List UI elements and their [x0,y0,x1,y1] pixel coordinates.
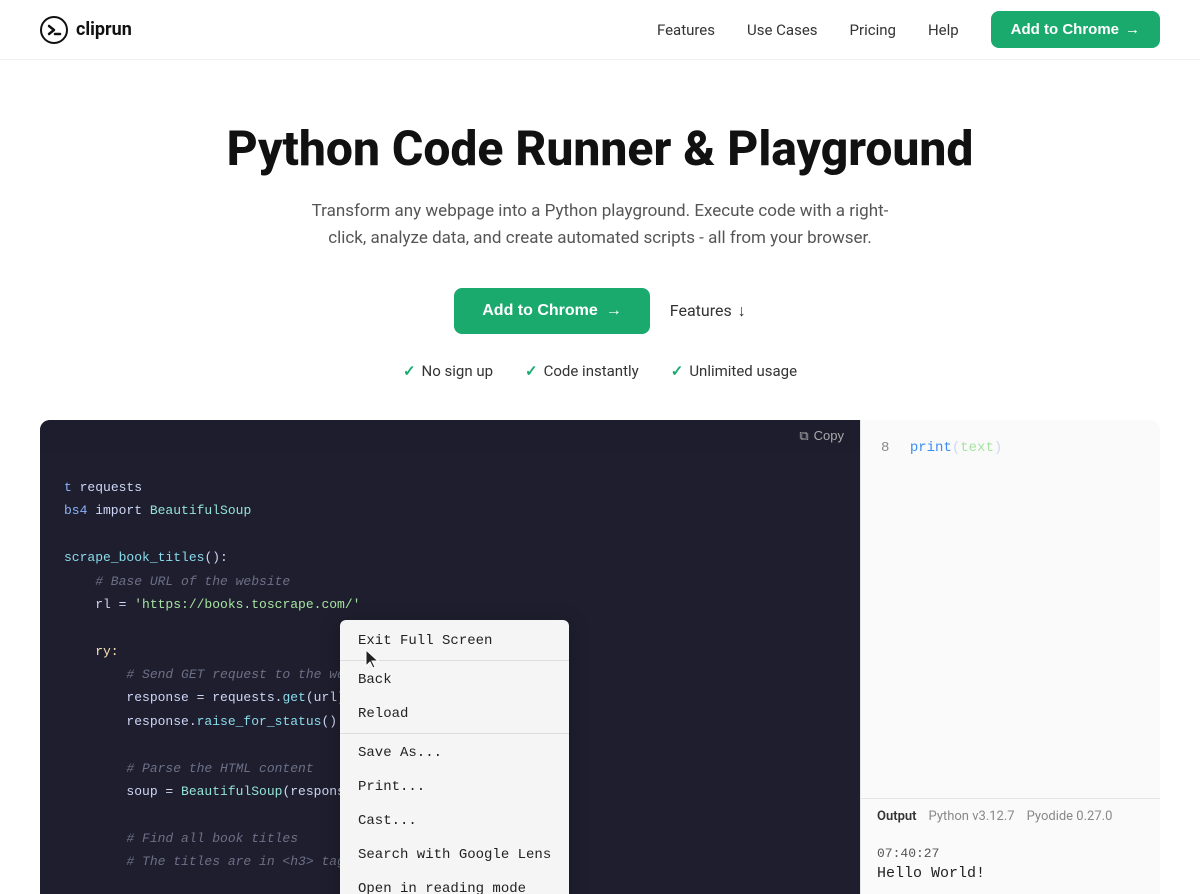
badge-no-signup: ✓ No sign up [403,362,493,380]
badge-code-instantly: ✓ Code instantly [525,362,639,380]
output-func: print [910,440,952,456]
nav-pricing[interactable]: Pricing [850,21,896,39]
hero-subtitle: Transform any webpage into a Python play… [310,198,890,252]
copy-button[interactable]: ⧉ Copy [799,428,844,444]
output-line-num: 8 [881,440,889,456]
output-content: 07:40:27 Hello World! [861,834,1160,894]
hero-title: Python Code Runner & Playground [40,120,1160,178]
output-code-parens: ( [952,440,960,456]
code-panel-header: ⧉ Copy [40,420,860,452]
ctx-divider-2 [340,733,569,734]
ctx-exit-fullscreen[interactable]: Exit Full Screen [340,624,569,658]
output-panel: 8 print(text) Output Python v3.12.7 Pyod… [860,420,1160,894]
nav-use-cases[interactable]: Use Cases [747,21,818,39]
copy-icon: ⧉ [799,428,808,444]
logo-icon [40,16,68,44]
output-code-close: ) [994,440,1002,456]
nav-cta-arrow: → [1125,21,1140,38]
ctx-reading-mode[interactable]: Open in reading mode [340,872,569,894]
nav-cta-label: Add to Chrome [1011,21,1119,38]
badge-unlimited-usage: ✓ Unlimited usage [671,362,797,380]
check-icon-3: ✓ [671,362,684,380]
features-link[interactable]: Features ↓ [670,301,746,321]
nav-help[interactable]: Help [928,21,959,39]
output-timestamp: 07:40:27 [877,846,1144,861]
ctx-google-lens[interactable]: Search with Google Lens [340,838,569,872]
features-link-arrow: ↓ [738,301,746,321]
ctx-divider-1 [340,660,569,661]
badge-label-2: Code instantly [544,362,639,380]
ctx-print[interactable]: Print... [340,770,569,804]
output-result: Hello World! [877,865,1144,882]
hero-actions: Add to Chrome → Features ↓ [40,288,1160,334]
output-code-area: 8 print(text) [861,420,1160,798]
copy-label: Copy [814,428,844,443]
output-label: Output [877,809,917,824]
features-link-label: Features [670,301,732,320]
logo-text: cliprun [76,19,132,40]
hero-add-to-chrome-button[interactable]: Add to Chrome → [454,288,650,334]
ctx-save-as[interactable]: Save As... [340,736,569,770]
ctx-cast[interactable]: Cast... [340,804,569,838]
hero-cta-arrow: → [606,302,622,320]
ctx-back[interactable]: Back [340,663,569,697]
logo[interactable]: cliprun [40,16,132,44]
output-header: Output Python v3.12.7 Pyodide 0.27.0 [861,798,1160,834]
python-version: Python v3.12.7 [929,809,1015,824]
navbar: cliprun Features Use Cases Pricing Help … [0,0,1200,60]
code-section: ⧉ Copy t requests bs4 import BeautifulSo… [40,420,1160,894]
nav-features[interactable]: Features [657,21,715,39]
nav-add-to-chrome-button[interactable]: Add to Chrome → [991,11,1160,48]
check-icon-2: ✓ [525,362,538,380]
output-code-arg: text [960,440,994,456]
hero-badges: ✓ No sign up ✓ Code instantly ✓ Unlimite… [40,362,1160,380]
pyodide-version: Pyodide 0.27.0 [1027,809,1113,824]
hero-cta-label: Add to Chrome [482,302,598,320]
nav-links: Features Use Cases Pricing Help Add to C… [657,11,1160,48]
ctx-reload[interactable]: Reload [340,697,569,731]
hero-section: Python Code Runner & Playground Transfor… [0,60,1200,420]
badge-label-1: No sign up [422,362,493,380]
badge-label-3: Unlimited usage [689,362,797,380]
check-icon-1: ✓ [403,362,416,380]
code-editor-panel: ⧉ Copy t requests bs4 import BeautifulSo… [40,420,860,894]
context-menu: Exit Full Screen Back Reload Save As... … [340,620,569,894]
